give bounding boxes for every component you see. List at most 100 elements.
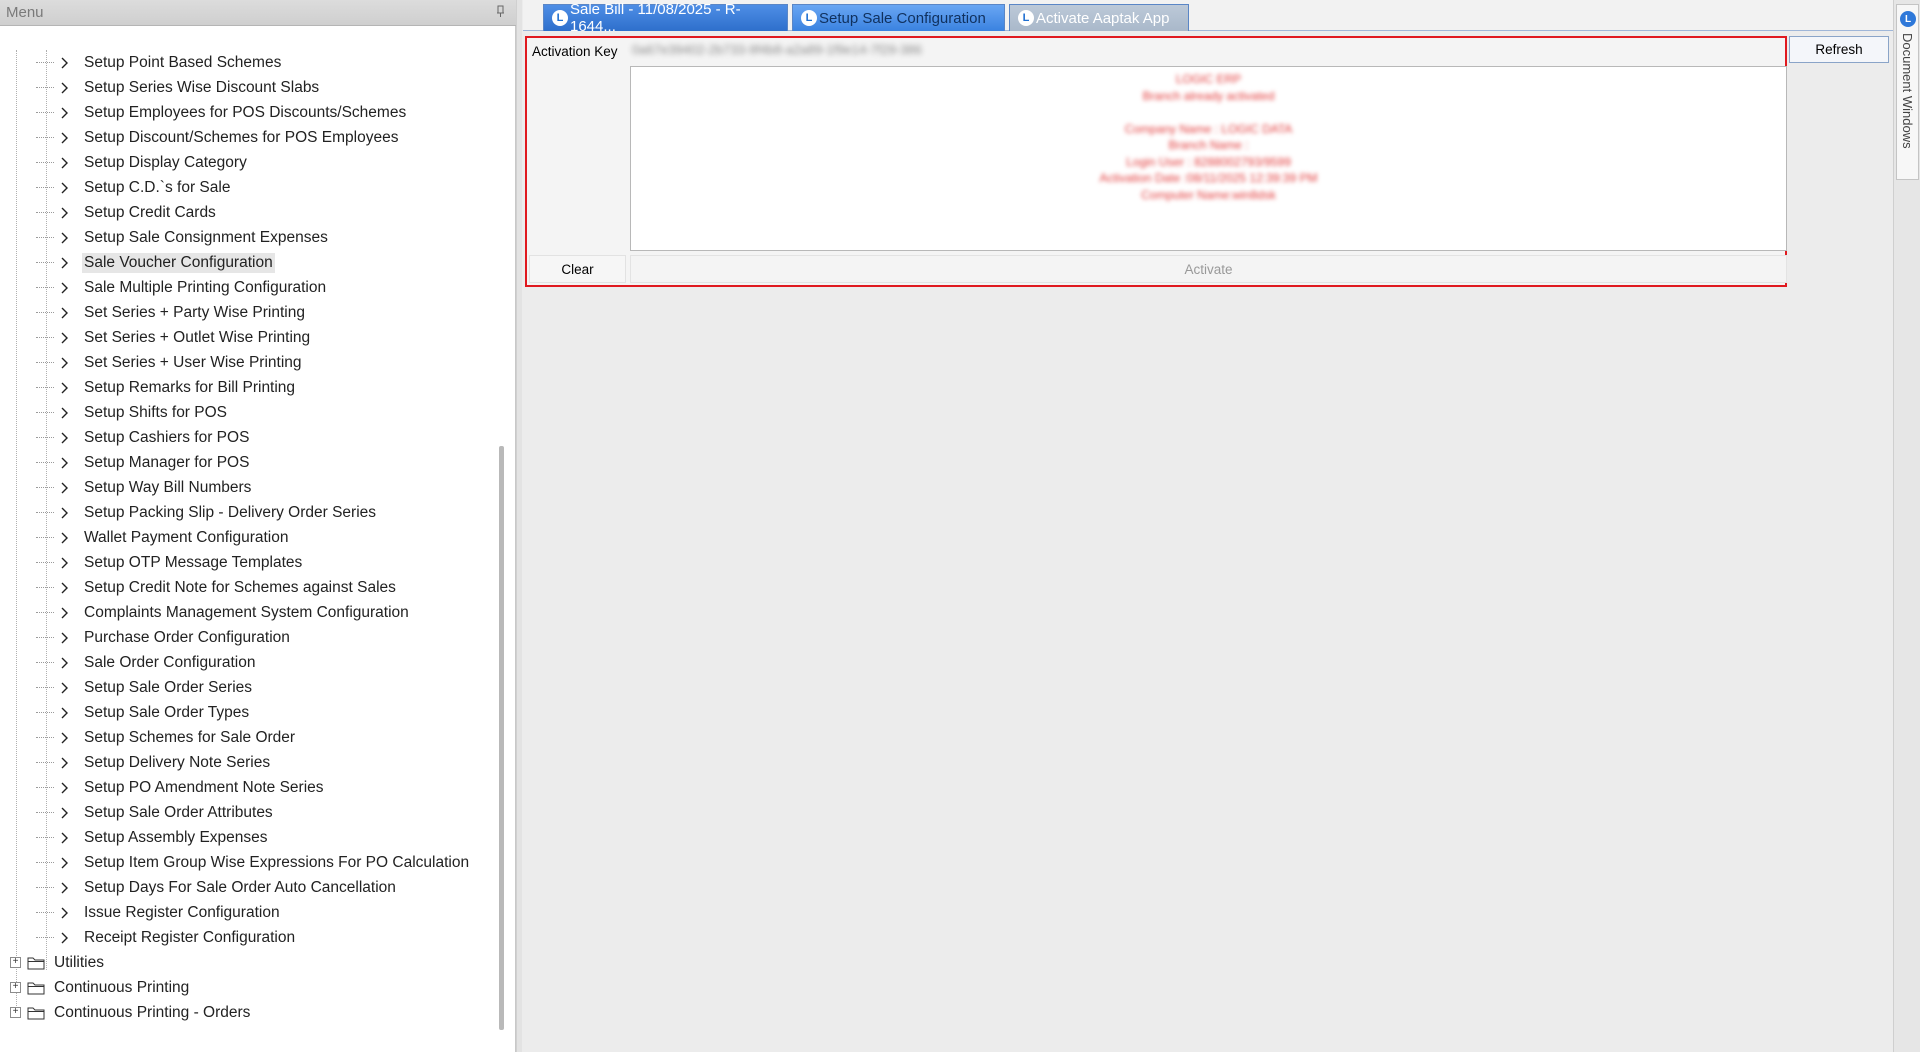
- menu-folder[interactable]: + Utilities: [10, 950, 104, 975]
- menu-item[interactable]: Complaints Management System Configurati…: [36, 600, 409, 625]
- menu-item[interactable]: Setup Point Based Schemes: [36, 50, 281, 75]
- tree-connector: [36, 112, 54, 113]
- menu-item[interactable]: Setup Packing Slip - Delivery Order Seri…: [36, 500, 376, 525]
- menu-item-label: Sale Multiple Printing Configuration: [84, 278, 327, 296]
- menu-item[interactable]: Setup Sale Order Series: [36, 675, 253, 700]
- chevron-right-icon: [56, 180, 72, 196]
- activation-result-text: LOGIC ERP Branch already activated Company…: [631, 71, 1786, 203]
- menu-item[interactable]: Setup Way Bill Numbers: [36, 475, 251, 500]
- menu-item[interactable]: Setup C.D.`s for Sale: [36, 175, 230, 200]
- tree-connector: [36, 612, 54, 613]
- tab-sale-bill[interactable]: L Sale Bill - 11/08/2025 - R-1644...: [543, 1, 788, 35]
- menu-item[interactable]: Sale Order Configuration: [36, 650, 255, 675]
- menu-item[interactable]: Purchase Order Configuration: [36, 625, 290, 650]
- folder-icon: [27, 1006, 45, 1020]
- menu-item[interactable]: Set Series + Party Wise Printing: [36, 300, 305, 325]
- chevron-right-icon: [56, 805, 72, 821]
- menu-item-label: Setup Item Group Wise Expressions For PO…: [84, 853, 470, 871]
- menu-item[interactable]: Set Series + Outlet Wise Printing: [36, 325, 310, 350]
- menu-item-label: Setup Schemes for Sale Order: [84, 728, 296, 746]
- chevron-right-icon: [56, 280, 72, 296]
- menu-item[interactable]: Setup Days For Sale Order Auto Cancellat…: [36, 875, 396, 900]
- menu-item-label: Setup Sale Consignment Expenses: [84, 228, 328, 246]
- chevron-right-icon: [56, 680, 72, 696]
- chevron-right-icon: [56, 255, 72, 271]
- expand-plus-icon[interactable]: +: [10, 982, 21, 993]
- menu-item-label: Setup Manager for POS: [84, 453, 250, 471]
- tree-connector: [36, 412, 54, 413]
- menu-item[interactable]: Setup Remarks for Bill Printing: [36, 375, 295, 400]
- tree-guide-line: [46, 50, 47, 970]
- menu-item[interactable]: Setup Credit Note for Schemes against Sa…: [36, 575, 396, 600]
- tab-setup-sale-configuration[interactable]: L Setup Sale Configuration: [792, 4, 1005, 31]
- menu-item-label: Wallet Payment Configuration: [84, 528, 289, 546]
- menu-item[interactable]: Setup PO Amendment Note Series: [36, 775, 324, 800]
- menu-scrollbar[interactable]: [499, 446, 504, 1030]
- menu-folder-label: Continuous Printing - Orders: [54, 1003, 251, 1021]
- menu-item-label: Setup OTP Message Templates: [84, 553, 303, 571]
- menu-splitter[interactable]: [516, 0, 522, 1052]
- chevron-right-icon: [56, 530, 72, 546]
- menu-item[interactable]: Sale Multiple Printing Configuration: [36, 275, 327, 300]
- menu-item[interactable]: Wallet Payment Configuration: [36, 525, 289, 550]
- chevron-right-icon: [56, 380, 72, 396]
- menu-item-label: Setup Cashiers for POS: [84, 428, 250, 446]
- chevron-right-icon: [56, 755, 72, 771]
- app-logo-icon: L: [801, 10, 817, 26]
- tree-connector: [36, 537, 54, 538]
- chevron-right-icon: [56, 605, 72, 621]
- menu-item-label: Purchase Order Configuration: [84, 628, 290, 646]
- pin-icon[interactable]: [496, 5, 508, 19]
- menu-item[interactable]: Setup Delivery Note Series: [36, 750, 270, 775]
- activation-key-field[interactable]: 0a67e39402-2b733-9f4b8-a2a89-1f9e14-7f29…: [632, 42, 1782, 62]
- tree-connector: [36, 137, 54, 138]
- tree-connector: [36, 237, 54, 238]
- menu-item[interactable]: Setup Sale Order Attributes: [36, 800, 273, 825]
- menu-item-label: Setup Sale Order Series: [84, 678, 253, 696]
- menu-item-label: Setup Sale Order Types: [84, 703, 250, 721]
- activate-button[interactable]: Activate: [630, 255, 1787, 283]
- refresh-button[interactable]: Refresh: [1789, 36, 1889, 63]
- expand-plus-icon[interactable]: +: [10, 957, 21, 968]
- menu-item[interactable]: Setup Shifts for POS: [36, 400, 227, 425]
- document-tab-strip: L Sale Bill - 11/08/2025 - R-1644... L S…: [523, 0, 1893, 35]
- menu-item[interactable]: Setup Schemes for Sale Order: [36, 725, 296, 750]
- menu-item[interactable]: Setup Sale Order Types: [36, 700, 250, 725]
- tree-connector: [36, 662, 54, 663]
- menu-item[interactable]: Issue Register Configuration: [36, 900, 280, 925]
- app-logo-icon: L: [1900, 11, 1916, 27]
- document-windows-tab[interactable]: L Document Windows: [1896, 4, 1919, 180]
- chevron-right-icon: [56, 555, 72, 571]
- menu-item[interactable]: Sale Voucher Configuration: [36, 250, 275, 275]
- menu-item[interactable]: Setup Employees for POS Discounts/Scheme…: [36, 100, 406, 125]
- activation-result-line: [631, 104, 1786, 121]
- tree-connector: [36, 162, 54, 163]
- expand-plus-icon[interactable]: +: [10, 1007, 21, 1018]
- tree-connector: [36, 287, 54, 288]
- chevron-right-icon: [56, 305, 72, 321]
- menu-item[interactable]: Setup Discount/Schemes for POS Employees: [36, 125, 398, 150]
- tree-connector: [36, 787, 54, 788]
- activation-result-line: Activation Date :08/11/2025 12:39:39 PM: [1099, 171, 1318, 185]
- menu-item[interactable]: Setup Cashiers for POS: [36, 425, 250, 450]
- menu-folder[interactable]: + Continuous Printing: [10, 975, 189, 1000]
- menu-folder[interactable]: + Continuous Printing - Orders: [10, 1000, 250, 1025]
- menu-item-label: Setup Days For Sale Order Auto Cancellat…: [84, 878, 396, 896]
- menu-item[interactable]: Set Series + User Wise Printing: [36, 350, 302, 375]
- menu-item[interactable]: Receipt Register Configuration: [36, 925, 295, 950]
- activation-panel: Activation Key 0a67e39402-2b733-9f4b8-a2…: [525, 36, 1787, 287]
- chevron-right-icon: [56, 730, 72, 746]
- menu-item[interactable]: Setup Assembly Expenses: [36, 825, 268, 850]
- tab-activate-aaptak-app[interactable]: L Activate Aaptak App: [1009, 4, 1189, 31]
- menu-item[interactable]: Setup Display Category: [36, 150, 247, 175]
- activation-result-line: Branch already activated: [1142, 88, 1275, 103]
- menu-item[interactable]: Setup Sale Consignment Expenses: [36, 225, 328, 250]
- menu-item[interactable]: Setup Series Wise Discount Slabs: [36, 75, 319, 100]
- content-area: Activation Key 0a67e39402-2b733-9f4b8-a2…: [523, 31, 1893, 1052]
- menu-item[interactable]: Setup Item Group Wise Expressions For PO…: [36, 850, 470, 875]
- menu-item[interactable]: Setup OTP Message Templates: [36, 550, 303, 575]
- menu-item[interactable]: Setup Credit Cards: [36, 200, 216, 225]
- menu-item[interactable]: Setup Manager for POS: [36, 450, 250, 475]
- clear-button[interactable]: Clear: [529, 255, 626, 283]
- menu-item-label: Issue Register Configuration: [84, 903, 280, 921]
